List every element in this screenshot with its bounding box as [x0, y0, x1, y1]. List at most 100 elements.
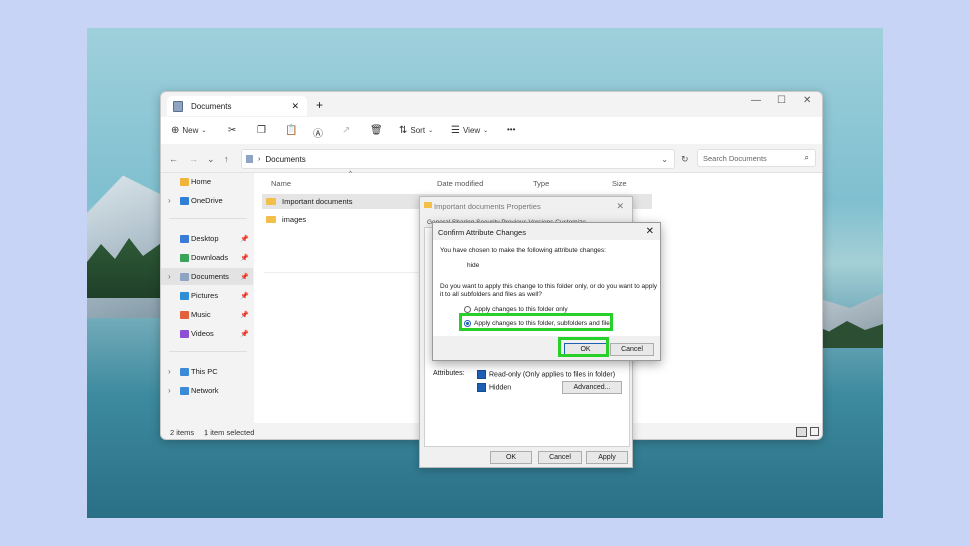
folder-icon [266, 216, 276, 223]
sidebar-item-this-pc[interactable]: › This PC [161, 363, 253, 380]
back-arrow-icon[interactable]: ← [169, 154, 178, 164]
delete-icon[interactable]: 🗑 [370, 125, 383, 136]
pin-icon: 📌 [240, 330, 249, 338]
column-header-type[interactable]: Type [533, 179, 549, 188]
view-label: View [462, 126, 481, 135]
sidebar-item-videos[interactable]: Videos 📌 [161, 325, 253, 342]
sidebar-item-label: Home [191, 177, 212, 186]
search-placeholder: Search Documents [703, 153, 767, 163]
sidebar-item-label: Desktop [191, 234, 219, 243]
view-button[interactable]: ☰ View ⌄ [451, 125, 488, 136]
plus-circle-icon: ⊕ [171, 125, 180, 136]
chevron-down-icon: ⌄ [428, 128, 434, 134]
column-header-date[interactable]: Date modified [437, 179, 483, 188]
properties-apply-button[interactable]: Apply [586, 451, 628, 464]
hidden-label: Hidden [489, 384, 512, 392]
sidebar-divider [169, 218, 247, 219]
share-icon[interactable]: ↗ [342, 125, 350, 136]
sidebar-item-music[interactable]: Music 📌 [161, 306, 253, 323]
pin-icon: 📌 [240, 273, 249, 281]
chevron-right-icon[interactable]: › [168, 196, 171, 205]
this-pc-icon [180, 367, 189, 376]
new-label: New [182, 126, 199, 135]
navigation-pane: Home › OneDrive Desktop 📌 Downloads 📌 › Document… [161, 173, 253, 423]
pin-icon: 📌 [240, 292, 249, 300]
maximize-icon[interactable]: ☐ [777, 95, 786, 106]
sort-indicator-icon: ^ [349, 171, 352, 177]
sidebar-item-pictures[interactable]: Pictures 📌 [161, 287, 253, 304]
checkbox-checked-icon [477, 370, 486, 379]
column-header-name[interactable]: Name [271, 179, 291, 188]
navigation-bar: ← → ⌄ ↑ › Documents ⌄ ↻ Search Documents… [161, 144, 822, 173]
tab-documents[interactable]: Documents ✕ [167, 96, 307, 116]
sidebar-item-onedrive[interactable]: › OneDrive [161, 192, 253, 209]
properties-cancel-button[interactable]: Cancel [538, 451, 582, 464]
new-tab-button[interactable]: + [316, 98, 323, 112]
readonly-checkbox[interactable]: Read-only (Only applies to files in fold… [477, 370, 615, 379]
sidebar-item-desktop[interactable]: Desktop 📌 [161, 230, 253, 247]
item-count: 2 items [170, 428, 195, 437]
sidebar-item-documents[interactable]: › Documents 📌 [161, 268, 253, 285]
close-tab-icon[interactable]: ✕ [291, 101, 299, 112]
tiles-view-icon[interactable] [810, 427, 819, 436]
sidebar-item-label: Videos [191, 329, 214, 338]
chevron-down-icon: ⌄ [483, 128, 489, 134]
checkbox-checked-icon [477, 383, 486, 392]
videos-icon [180, 329, 189, 338]
rename-icon[interactable]: Ⓐ [313, 125, 323, 140]
search-icon: ⌕ [804, 153, 809, 162]
recent-chevron-icon[interactable]: ⌄ [207, 154, 215, 165]
confirm-attribute-changes-dialog: Confirm Attribute Changes ✕ You have cho… [432, 222, 661, 361]
search-input[interactable]: Search Documents ⌕ [697, 149, 816, 167]
confirm-cancel-button[interactable]: Cancel [610, 343, 654, 356]
home-icon [180, 177, 189, 186]
copy-icon[interactable]: ❐ [257, 125, 266, 136]
minimize-icon[interactable]: — [751, 95, 761, 106]
sort-icon: ⇅ [399, 125, 408, 136]
refresh-icon[interactable]: ↻ [681, 154, 689, 165]
sort-button[interactable]: ⇅ Sort ⌄ [399, 125, 433, 136]
address-bar[interactable]: › Documents ⌄ [241, 149, 675, 169]
confirm-intro: You have chosen to make the following at… [440, 247, 606, 254]
hidden-checkbox[interactable]: Hidden [477, 383, 511, 392]
chevron-right-icon[interactable]: › [168, 367, 171, 376]
sidebar-item-downloads[interactable]: Downloads 📌 [161, 249, 253, 266]
selected-count: 1 item selected [204, 428, 255, 437]
properties-ok-button[interactable]: OK [490, 451, 532, 464]
chevron-right-icon[interactable]: › [168, 386, 171, 395]
documents-icon [180, 272, 189, 281]
attributes-label: Attributes: [433, 370, 465, 377]
file-name: Important documents [282, 197, 353, 206]
highlight-ok-box [558, 337, 609, 357]
advanced-button[interactable]: Advanced... [562, 381, 622, 394]
radio-unselected-icon [464, 306, 471, 313]
documents-icon [173, 100, 183, 112]
column-header-size[interactable]: Size [612, 179, 627, 188]
sidebar-item-label: Pictures [191, 291, 219, 300]
command-bar: ⊕ New ⌄ ✂ ❐ 📋 Ⓐ ↗ 🗑 ⇅ Sort ⌄ ☰ View ⌄ ••… [161, 117, 822, 144]
paste-icon[interactable]: 📋 [285, 125, 297, 136]
tab-title: Documents [191, 101, 232, 111]
address-path: Documents [265, 154, 306, 164]
new-button[interactable]: ⊕ New ⌄ [171, 125, 206, 136]
up-arrow-icon[interactable]: ↑ [224, 154, 229, 164]
chevron-right-icon[interactable]: › [168, 272, 171, 281]
pictures-icon [180, 291, 189, 300]
sidebar-item-network[interactable]: › Network [161, 382, 253, 399]
details-view-icon[interactable] [796, 427, 807, 437]
close-icon[interactable]: ✕ [646, 226, 654, 237]
sidebar-item-home[interactable]: Home [161, 173, 253, 190]
pin-icon: 📌 [240, 235, 249, 243]
close-window-icon[interactable]: ✕ [803, 95, 811, 106]
music-icon [180, 310, 189, 319]
onedrive-icon [180, 196, 189, 205]
forward-arrow-icon[interactable]: → [189, 154, 198, 164]
more-options-button[interactable]: ••• [507, 125, 515, 134]
desktop-icon [180, 234, 189, 243]
address-dropdown-icon[interactable]: ⌄ [661, 155, 668, 164]
close-icon[interactable]: ✕ [616, 201, 624, 212]
cut-icon[interactable]: ✂ [228, 125, 236, 136]
chevron-down-icon: ⌄ [201, 128, 207, 134]
properties-title: Important documents Properties [434, 202, 541, 211]
chevron-right-icon: › [258, 155, 261, 163]
